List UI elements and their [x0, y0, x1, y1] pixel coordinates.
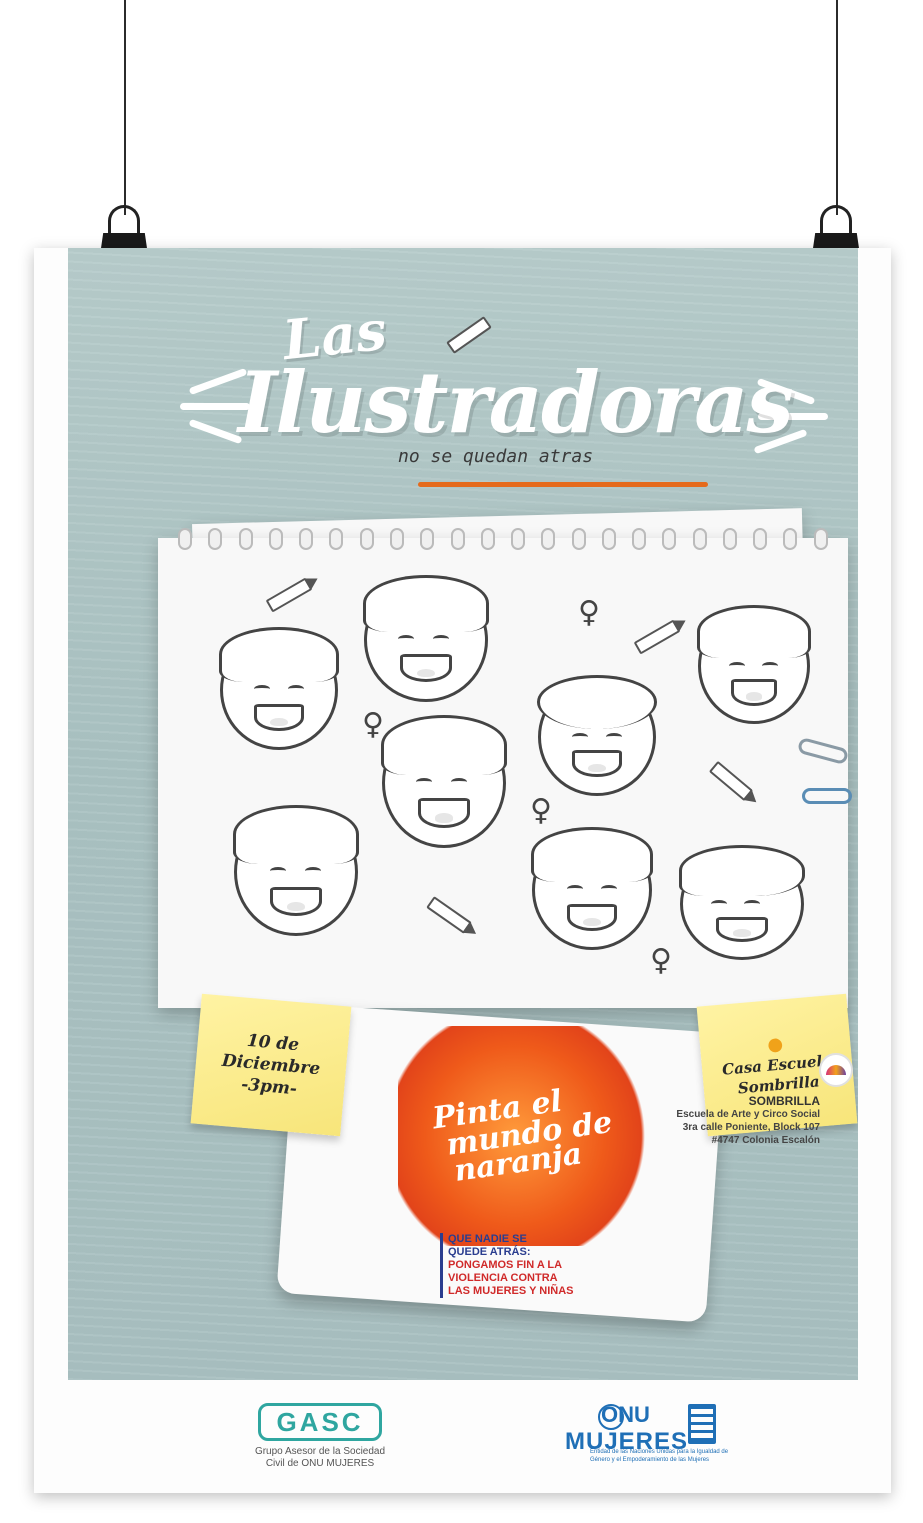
campaign-slogan: QUE NADIE SE QUEDE ATRÁS: PONGAMOS FIN A… [440, 1233, 574, 1298]
gasc-logo: GASC [258, 1403, 382, 1441]
girl-face-drawing [537, 675, 657, 796]
gasc-subtitle: Grupo Asesor de la Sociedad Civil de ONU… [254, 1446, 386, 1469]
page-title: Ilustradoras [238, 353, 794, 452]
paperclip-icon [802, 788, 852, 804]
date-time: -3pm- [240, 1074, 298, 1100]
girl-face-drawing [219, 627, 339, 750]
girl-face-drawing [531, 827, 653, 950]
venue-address: SOMBRILLA Escuela de Arte y Circo Social… [676, 1094, 820, 1147]
girl-face-drawing [381, 715, 507, 848]
pencil-icon [633, 619, 681, 655]
poster: Las Ilustradoras no se quedan atras ♀ ♀ … [34, 248, 891, 1493]
onu-mujeres-mark-icon [688, 1404, 716, 1444]
female-symbol-icon: ♀ [362, 707, 384, 742]
poster-artwork: Las Ilustradoras no se quedan atras ♀ ♀ … [68, 248, 858, 1380]
pencil-icon [426, 896, 472, 934]
spiral-binding [158, 528, 848, 550]
orange-underline [418, 482, 708, 487]
girl-face-drawing [233, 805, 359, 936]
subtitle: no se quedan atras [398, 446, 594, 467]
sombrilla-logo [819, 1053, 853, 1087]
girl-face-drawing [363, 575, 489, 702]
pencil-icon [265, 577, 313, 613]
girl-face-drawing [679, 845, 805, 960]
location-pin-icon: ● [766, 1033, 784, 1056]
onu-mujeres-subtitle: Entidad de las Naciones Unidas para la I… [590, 1449, 729, 1463]
female-symbol-icon: ♀ [650, 943, 672, 978]
date-sticky-note: 10 de Diciembre -3pm- [190, 993, 352, 1137]
hanging-wire-right [836, 0, 838, 215]
sketchbook-sheet: ♀ ♀ ♀ ♀ [158, 528, 848, 1008]
pencil-icon [708, 760, 754, 802]
female-symbol-icon: ♀ [578, 595, 600, 630]
girl-face-drawing [697, 605, 811, 724]
female-symbol-icon: ♀ [530, 793, 552, 828]
hanging-wire-left [124, 0, 126, 215]
